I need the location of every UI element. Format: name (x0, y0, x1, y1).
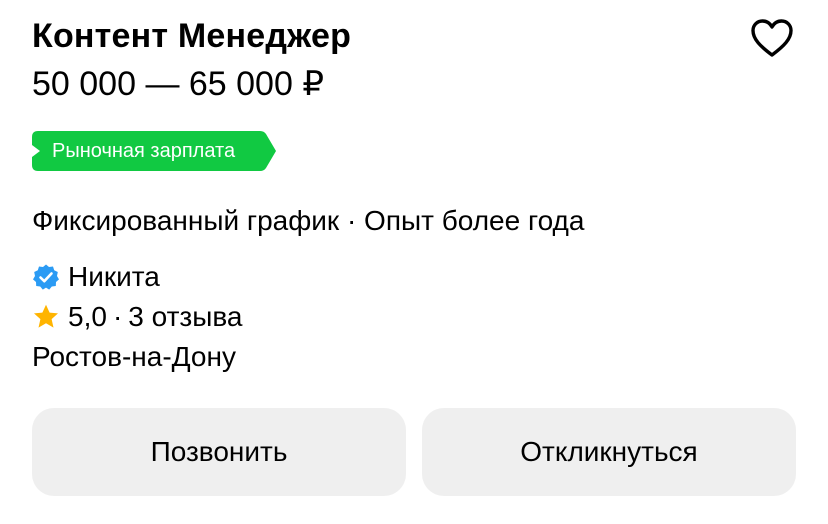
salary-range: 50 000 — 65 000 ₽ (32, 65, 324, 103)
favorite-button[interactable] (748, 14, 796, 62)
vacancy-title: Контент Менеджер (32, 17, 352, 55)
reviews-count: 3 отзыва (128, 301, 243, 332)
apply-button[interactable]: Откликнуться (422, 408, 796, 496)
badge-label: Рыночная зарплата (52, 140, 236, 162)
star-icon (32, 303, 60, 331)
market-salary-badge: Рыночная зарплата (32, 131, 276, 171)
job-conditions: Фиксированный график · Опыт более года (32, 205, 585, 236)
vacancy-card[interactable]: Контент Менеджер 50 000 — 65 000 ₽ Рыноч… (0, 0, 828, 524)
employer[interactable]: Никита (32, 258, 160, 296)
rating-separator: · (112, 301, 123, 332)
location: Ростов-на-Дону (32, 341, 236, 372)
employer-name: Никита (68, 261, 160, 292)
verified-badge-icon (32, 263, 60, 291)
employer-rating[interactable]: 5,0 · 3 отзыва (32, 298, 243, 336)
call-button[interactable]: Позвонить (32, 408, 406, 496)
rating-value: 5,0 (68, 301, 107, 332)
heart-icon (751, 19, 793, 57)
